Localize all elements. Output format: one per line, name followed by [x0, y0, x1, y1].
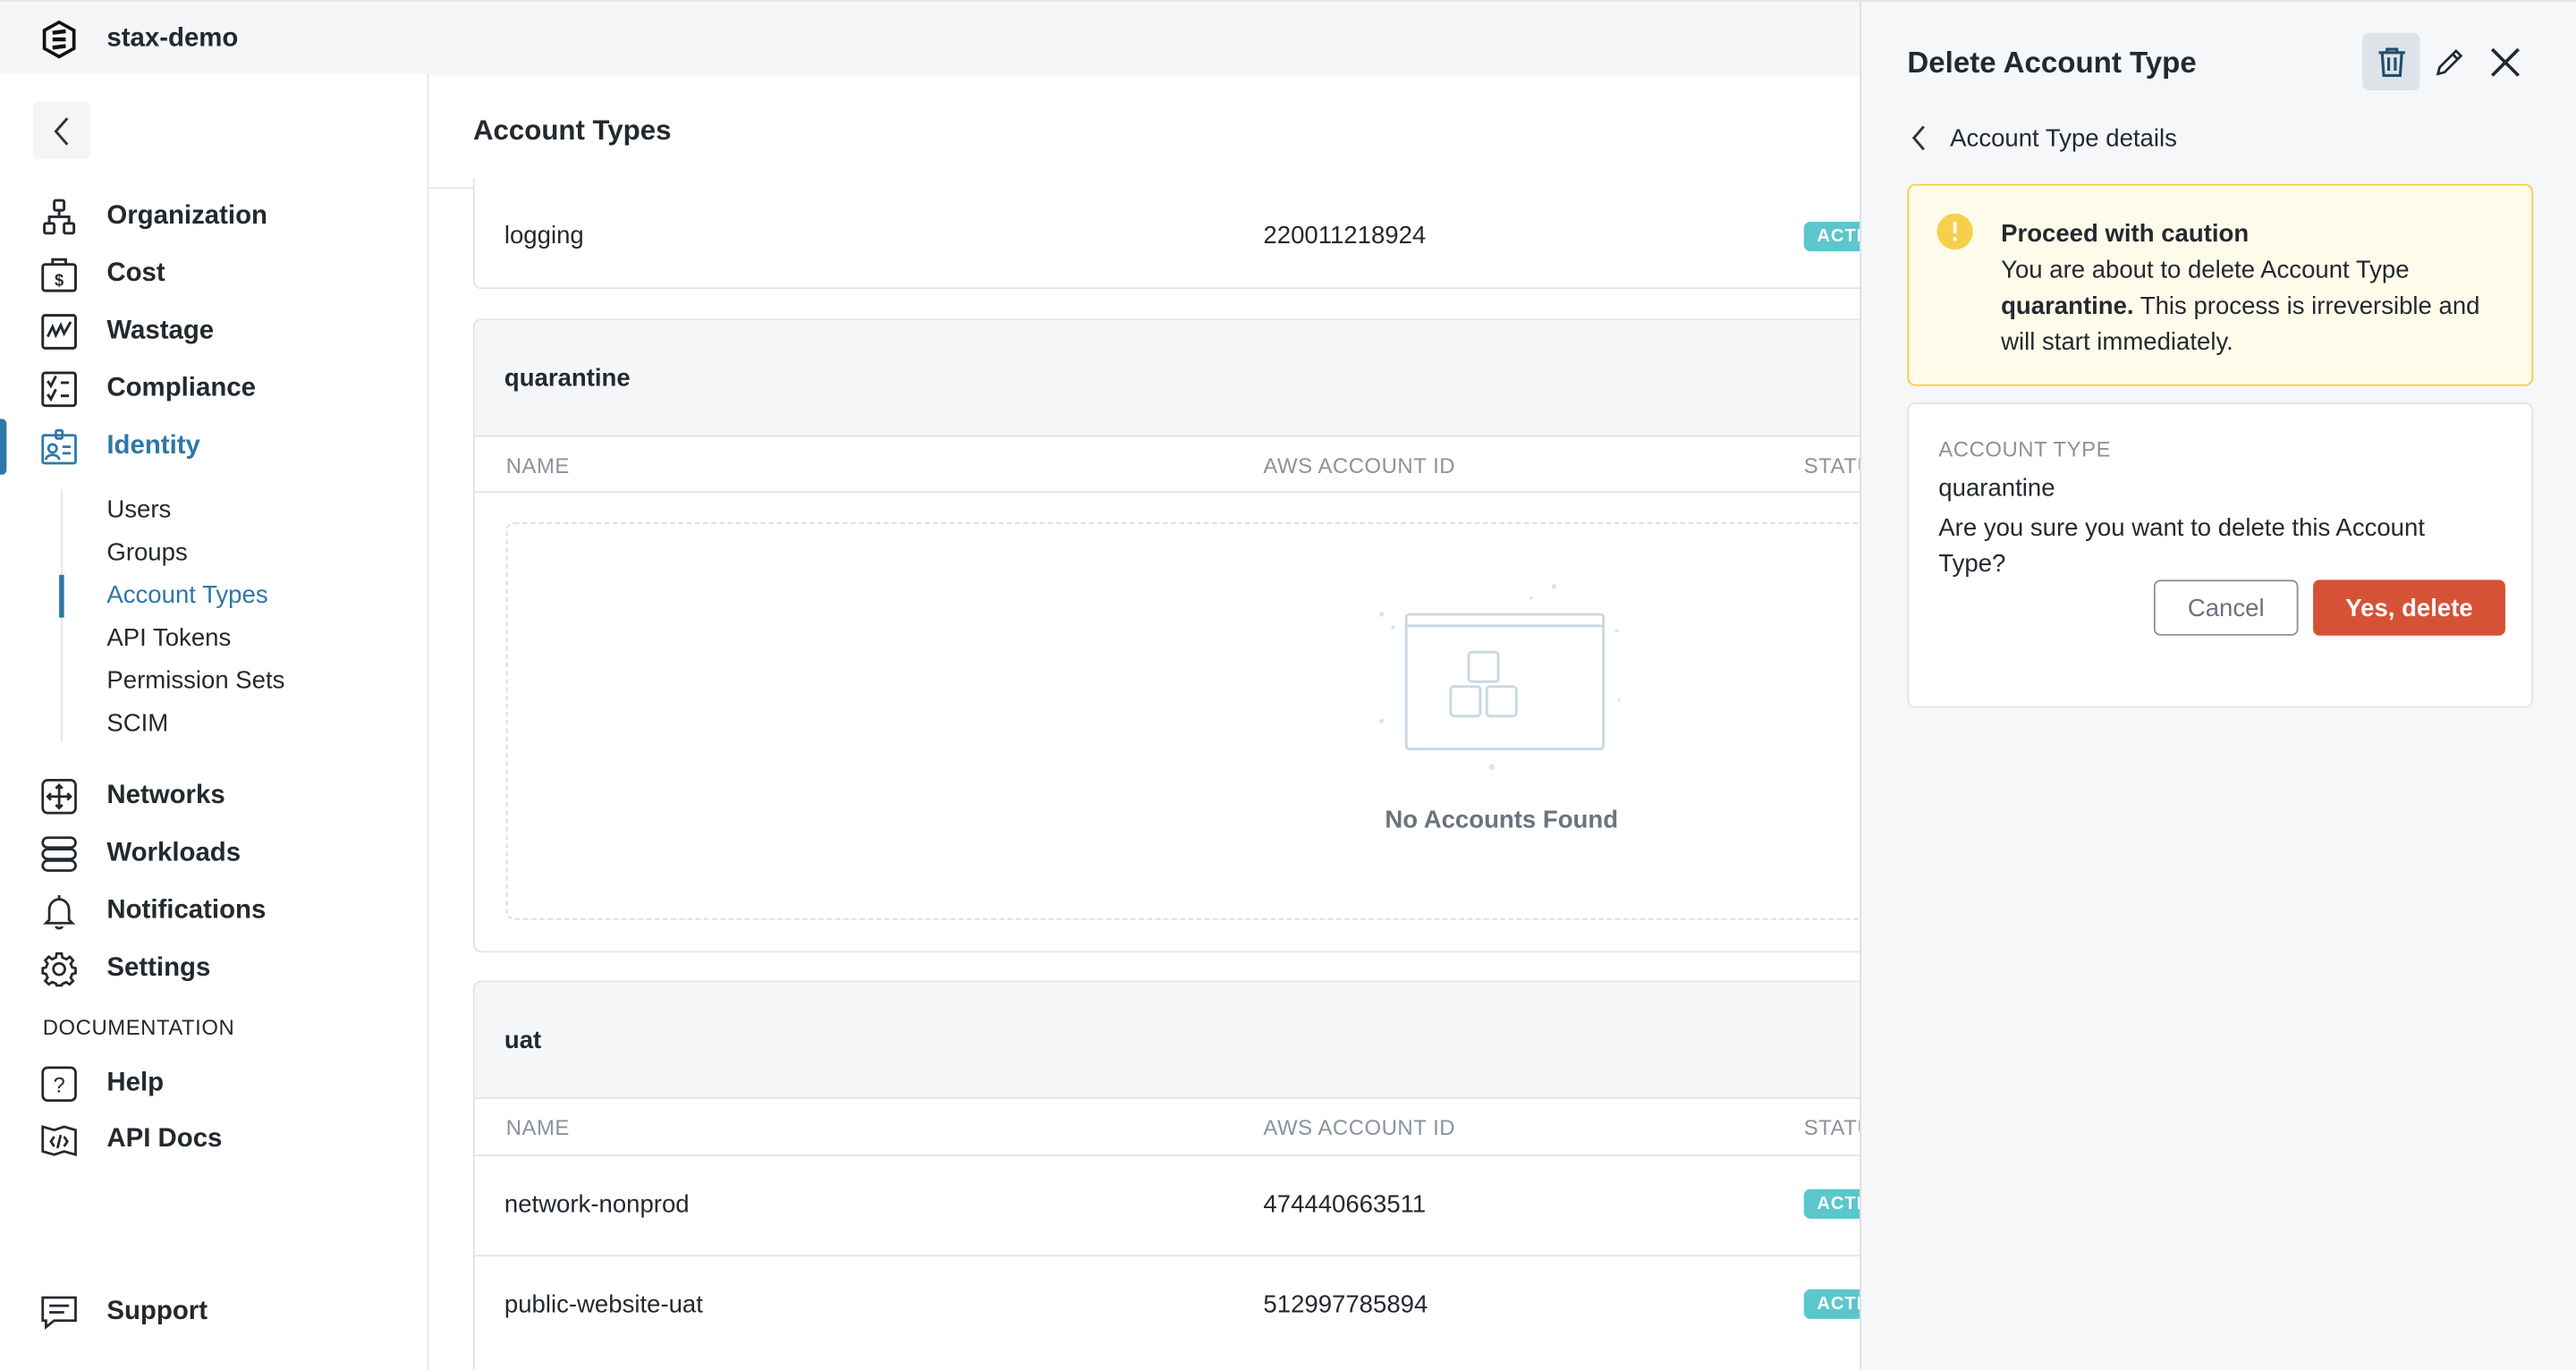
organization-icon: [43, 199, 76, 235]
card-header: uat: [474, 982, 1953, 1099]
sidebar-sub-scim[interactable]: SCIM: [106, 709, 168, 737]
sidebar-sub-users[interactable]: Users: [106, 496, 171, 524]
chevron-left-icon: [53, 116, 68, 145]
workloads-icon: [41, 836, 77, 872]
sidebar-item-identity[interactable]: Identity: [41, 427, 200, 467]
edit-button[interactable]: [2419, 33, 2477, 90]
bell-icon: [43, 895, 76, 930]
account-type-card-logging-tail: logging 220011218924 ACTIVE: [472, 177, 1955, 290]
sidebar-sub-account-types[interactable]: Account Types: [106, 581, 267, 609]
card-header: quarantine: [474, 320, 1953, 437]
confirm-question: Are you sure you want to delete this Acc…: [1938, 513, 2425, 579]
close-button[interactable]: [2476, 33, 2533, 90]
card-title: uat: [504, 1026, 542, 1054]
sidebar-item-organization[interactable]: Organization: [41, 197, 267, 236]
gear-icon: [41, 951, 77, 987]
delete-account-type-panel: Delete Account Type Account Type details…: [1860, 0, 2576, 1370]
warning-icon: [1936, 213, 1973, 250]
column-header-aws-account-id: AWS ACCOUNT ID: [1263, 452, 1456, 478]
sidebar-item-notifications[interactable]: Notifications: [41, 892, 266, 931]
panel-title: Delete Account Type: [1907, 46, 2197, 80]
account-type-card-quarantine: quarantine NAME AWS ACCOUNT ID STATUS No…: [472, 318, 1955, 953]
warning-message: You are about to delete Account Type qua…: [2001, 256, 2480, 357]
empty-state: No Accounts Found: [505, 522, 1953, 920]
caution-alert: Proceed with caution You are about to de…: [1907, 183, 2534, 386]
trash-icon: [2377, 47, 2405, 77]
page-title: Account Types: [472, 114, 672, 147]
stax-logo-icon: [42, 20, 76, 59]
table-row[interactable]: public-website-uat 512997785894 ACTIVE: [475, 1256, 1953, 1355]
sidebar-item-compliance[interactable]: Compliance: [41, 369, 256, 409]
yes-delete-button[interactable]: Yes, delete: [2313, 579, 2505, 636]
svg-text:?: ?: [53, 1073, 64, 1097]
collapse-sidebar-button[interactable]: [32, 101, 91, 160]
sidebar-item-workloads[interactable]: Workloads: [41, 834, 241, 874]
empty-state-text: No Accounts Found: [1385, 806, 1619, 835]
sidebar-sub-api-tokens[interactable]: API Tokens: [106, 624, 231, 652]
wastage-icon: [41, 314, 77, 350]
documentation-heading: DOCUMENTATION: [42, 1015, 235, 1040]
warning-title: Proceed with caution: [2001, 220, 2250, 249]
account-type-value: quarantine: [1938, 474, 2055, 503]
cancel-button[interactable]: Cancel: [2153, 579, 2299, 636]
column-header-name: NAME: [505, 1115, 570, 1140]
confirm-card: ACCOUNT TYPE quarantine Are you sure you…: [1907, 402, 2534, 708]
sidebar-item-support[interactable]: Support: [41, 1292, 208, 1332]
submenu-active-marker: [59, 574, 64, 618]
svg-text:$: $: [55, 271, 64, 290]
identity-icon: [41, 428, 77, 465]
back-to-details-link[interactable]: Account Type details: [1907, 120, 2177, 156]
sidebar-item-wastage[interactable]: Wastage: [41, 312, 214, 351]
card-title: quarantine: [504, 363, 631, 393]
help-icon: ?: [41, 1066, 77, 1102]
org-name: stax-demo: [106, 24, 239, 53]
compliance-icon: [41, 371, 77, 408]
delete-button[interactable]: [2362, 32, 2420, 91]
table-row[interactable]: network-nonprod 474440663511 ACTIVE: [474, 1156, 1953, 1257]
support-chat-icon: [41, 1296, 77, 1330]
column-header-name: NAME: [505, 452, 570, 478]
sidebar-item-help[interactable]: ? Help: [41, 1064, 164, 1104]
sidebar-sub-permission-sets[interactable]: Permission Sets: [106, 667, 284, 695]
pencil-icon: [2435, 48, 2462, 75]
cost-icon: $: [41, 258, 77, 292]
account-type-label: ACCOUNT TYPE: [1938, 436, 2112, 462]
active-indicator: [0, 419, 7, 475]
chevron-left-icon: [1911, 125, 1925, 151]
column-header-aws-account-id: AWS ACCOUNT ID: [1263, 1115, 1456, 1140]
sidebar-sub-groups[interactable]: Groups: [106, 538, 187, 566]
sidebar-item-networks[interactable]: Networks: [41, 777, 225, 816]
networks-icon: [41, 779, 77, 815]
table-row[interactable]: logging 220011218924 ACTIVE: [475, 221, 1953, 271]
close-icon: [2490, 47, 2520, 76]
sidebar-item-api-docs[interactable]: API Docs: [41, 1121, 222, 1160]
empty-box-icon: [1378, 583, 1620, 771]
api-docs-icon: [41, 1125, 77, 1157]
sidebar-item-cost[interactable]: $ Cost: [41, 255, 165, 294]
account-type-card-uat: uat NAME AWS ACCOUNT ID STATUS network-n…: [472, 980, 1955, 1370]
sidebar-item-settings[interactable]: Settings: [41, 950, 210, 989]
